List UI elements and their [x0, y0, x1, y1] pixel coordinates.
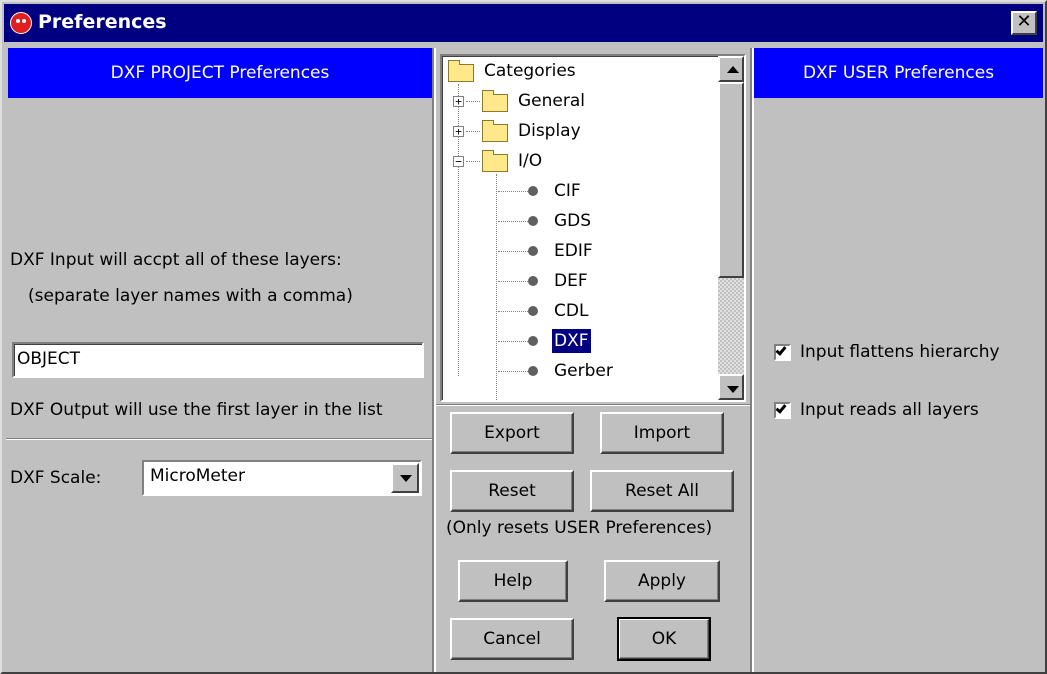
folder-icon — [482, 120, 508, 142]
tree-item-label: DEF — [554, 271, 588, 291]
user-preferences-panel: DXF USER Preferences Input flattens hier… — [754, 48, 1043, 672]
expand-icon[interactable]: + — [453, 126, 464, 137]
apply-button[interactable]: Apply — [604, 560, 720, 602]
tree-connector — [498, 191, 528, 192]
folder-icon — [448, 60, 474, 82]
read-all-layers-checkbox[interactable] — [774, 402, 791, 419]
cancel-button[interactable]: Cancel — [450, 618, 574, 660]
tree-item-cif[interactable]: CIF — [442, 176, 682, 206]
scale-select[interactable]: MicroMeter — [142, 460, 422, 496]
tree-item-label: I/O — [518, 151, 543, 171]
option-label: Input flattens hierarchy — [800, 342, 1000, 362]
tree-item-gds[interactable]: GDS — [442, 206, 682, 236]
window-title: Preferences — [38, 11, 167, 33]
tree-item-label: EDIF — [554, 241, 593, 261]
tree-item-io[interactable]: − I/O — [442, 146, 682, 176]
check-icon — [775, 402, 787, 414]
check-icon — [775, 344, 787, 356]
flatten-hierarchy-checkbox[interactable] — [774, 344, 791, 361]
tree-item-def[interactable]: DEF — [442, 266, 682, 296]
tree-connector — [498, 221, 528, 222]
close-button[interactable]: ✕ — [1011, 11, 1037, 35]
tree-connector — [466, 161, 480, 162]
tree-connector — [466, 101, 480, 102]
project-preferences-panel: DXF PROJECT Preferences DXF Input will a… — [6, 48, 432, 672]
layers-input[interactable]: OBJECT — [12, 342, 424, 378]
export-button[interactable]: Export — [450, 412, 574, 454]
folder-icon — [482, 150, 508, 172]
tree-scrollbar[interactable] — [718, 56, 744, 400]
tree-item-label: General — [518, 91, 585, 111]
categories-panel: Categories + General + Display − I/O CIF… — [436, 48, 750, 672]
tree-item-label: GDS — [554, 211, 592, 231]
layers-input-label: DXF Input will accpt all of these layers… — [10, 250, 342, 270]
collapse-icon[interactable]: − — [453, 156, 464, 167]
tree-connector — [498, 251, 528, 252]
title-bar[interactable]: Preferences ✕ — [4, 4, 1043, 42]
reset-all-button[interactable]: Reset All — [590, 470, 734, 512]
scroll-down-button[interactable] — [718, 374, 744, 400]
scale-dropdown-button[interactable] — [391, 463, 419, 493]
scale-select-value: MicroMeter — [150, 466, 245, 486]
tree-item-label: CIF — [554, 181, 581, 201]
divider — [436, 404, 750, 406]
option-label: Input reads all layers — [800, 400, 979, 420]
tree-item-display[interactable]: + Display — [442, 116, 682, 146]
leaf-icon — [528, 216, 538, 226]
leaf-icon — [528, 366, 538, 376]
tree-item-edif[interactable]: EDIF — [442, 236, 682, 266]
scale-label: DXF Scale: — [10, 468, 102, 488]
tree-item-label: Display — [518, 121, 581, 141]
tree-connector — [466, 131, 480, 132]
output-note-label: DXF Output will use the first layer in t… — [10, 400, 383, 420]
import-button[interactable]: Import — [600, 412, 724, 454]
scroll-up-button[interactable] — [718, 56, 744, 82]
app-icon — [10, 12, 32, 34]
leaf-icon — [528, 186, 538, 196]
folder-icon — [482, 90, 508, 112]
leaf-icon — [528, 306, 538, 316]
tree-item-label-selected: DXF — [552, 329, 591, 353]
tree-connector — [498, 371, 528, 372]
reset-button[interactable]: Reset — [450, 470, 574, 512]
leaf-icon — [528, 276, 538, 286]
layers-hint-label: (separate layer names with a comma) — [28, 286, 353, 306]
tree-connector — [498, 341, 528, 342]
expand-icon[interactable]: + — [453, 96, 464, 107]
leaf-icon — [528, 336, 538, 346]
leaf-icon — [528, 246, 538, 256]
tree-item-gerber[interactable]: Gerber — [442, 356, 682, 386]
chevron-up-icon — [727, 66, 739, 73]
tree-item-label: CDL — [554, 301, 589, 321]
help-button[interactable]: Help — [458, 560, 568, 602]
ok-button[interactable]: OK — [617, 617, 711, 661]
divider — [6, 438, 432, 440]
preferences-window: Preferences ✕ DXF PROJECT Preferences DX… — [0, 0, 1047, 674]
reset-note: (Only resets USER Preferences) — [446, 518, 713, 538]
categories-tree[interactable]: Categories + General + Display − I/O CIF… — [440, 54, 746, 402]
tree-connector — [498, 311, 528, 312]
tree-root-label: Categories — [484, 61, 576, 81]
project-panel-header: DXF PROJECT Preferences — [8, 48, 432, 98]
tree-item-label: Gerber — [554, 361, 613, 381]
tree-item-cdl[interactable]: CDL — [442, 296, 682, 326]
user-panel-header: DXF USER Preferences — [754, 48, 1043, 98]
tree-item-general[interactable]: + General — [442, 86, 682, 116]
tree-item-dxf[interactable]: DXF — [442, 326, 682, 356]
chevron-down-icon — [400, 475, 412, 482]
tree-connector — [498, 281, 528, 282]
chevron-down-icon — [727, 386, 739, 393]
scrollbar-thumb[interactable] — [718, 82, 744, 278]
